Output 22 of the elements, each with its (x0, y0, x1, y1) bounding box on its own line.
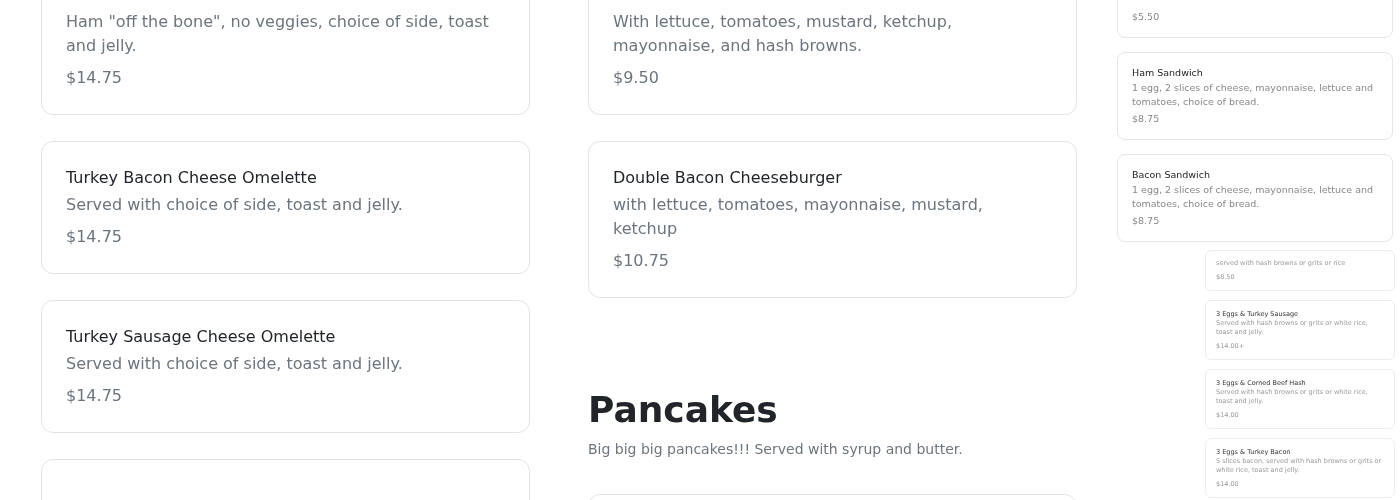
item-price: $14.75 (66, 226, 123, 248)
item-description: 1 egg, 2 slices of cheese, mayonnaise, lettuce and tomatoes, choice of bread. (1132, 183, 1375, 210)
item-description: with lettuce, tomatoes, mayonnaise, mustard, ketchup (613, 194, 984, 240)
item-title: Double Bacon Cheeseburger (613, 167, 843, 189)
item-description: Ham "off the bone", no veggies, choice of side, toast and jelly. (66, 11, 490, 57)
item-price: $10.75 (613, 250, 670, 272)
item-title: Bacon Sandwich (1132, 168, 1211, 182)
item-description: Served with choice of side, toast and jelly. (66, 353, 404, 375)
item-price: $8.75 (1132, 112, 1161, 126)
item-price: $14.75 (66, 385, 123, 407)
item-description: With lettuce, tomatoes, mustard, ketchup, mayonnaise, and hash browns. (613, 11, 953, 57)
item-description: 1 egg, 2 slices of cheese, mayonnaise, lettuce and tomatoes, choice of bread. (1132, 81, 1375, 108)
item-price: $9.50 (613, 67, 660, 89)
item-title: Turkey Sausage Cheese Omelette (66, 326, 337, 348)
item-title: Turkey Bacon Cheese Omelette (66, 167, 318, 189)
section-subtitle: Big big big pancakes!!! Served with syrup and butter. (588, 440, 964, 459)
item-description: Served with choice of side, toast and jelly. (66, 194, 404, 216)
section-heading: Pancakes (588, 390, 779, 430)
item-title: Ham Sandwich (1132, 66, 1204, 80)
item-price: $14.75 (66, 67, 123, 89)
item-price: $5.50 (1132, 10, 1161, 24)
item-price: $8.75 (1132, 214, 1161, 228)
